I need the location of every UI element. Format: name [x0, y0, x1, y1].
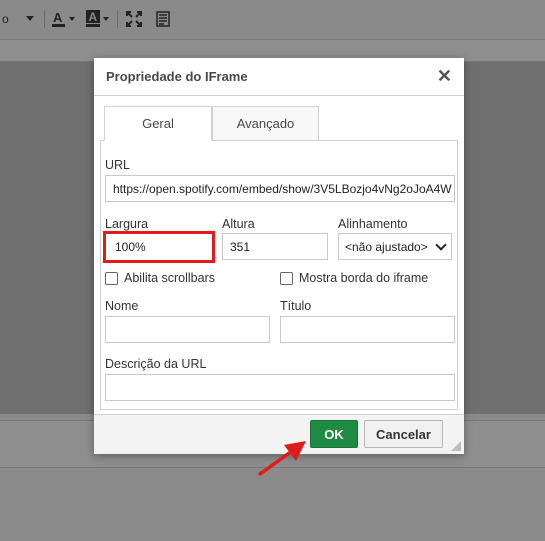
- title-input[interactable]: [280, 316, 455, 343]
- width-input[interactable]: 100%: [103, 231, 215, 263]
- scrollbars-checkbox[interactable]: [105, 271, 118, 285]
- long-description-input[interactable]: [105, 374, 455, 401]
- height-label: Altura: [222, 217, 255, 231]
- border-label: Mostra borda do iframe: [299, 271, 429, 285]
- close-icon[interactable]: ✕: [437, 67, 452, 85]
- toolbar-separator: [44, 10, 45, 28]
- url-input[interactable]: https://open.spotify.com/embed/show/3V5L…: [105, 175, 455, 202]
- height-input[interactable]: 351: [222, 233, 328, 260]
- scrollbars-label: Abilita scrollbars: [124, 271, 216, 285]
- url-label: URL: [105, 158, 131, 172]
- long-description-label: Descrição da URL: [105, 357, 207, 371]
- resize-handle-icon[interactable]: [451, 441, 461, 451]
- svg-text:A: A: [89, 10, 98, 24]
- iframe-properties-dialog: Propriedade do IFrame ✕ Geral Avançado U…: [94, 58, 464, 454]
- align-label: Alinhamento: [338, 217, 408, 231]
- name-input[interactable]: [105, 316, 270, 343]
- font-size-dropdown-icon[interactable]: [26, 10, 34, 28]
- maximize-icon[interactable]: [126, 10, 142, 28]
- name-label: Nome: [105, 299, 139, 313]
- tab-avancado[interactable]: Avançado: [212, 106, 319, 141]
- show-blocks-icon[interactable]: [155, 10, 171, 28]
- annotation-arrow-icon: [258, 441, 306, 476]
- border-checkbox[interactable]: [280, 271, 293, 285]
- width-label: Largura: [105, 217, 149, 231]
- scrollbars-option[interactable]: Abilita scrollbars: [105, 271, 215, 285]
- background-color-icon[interactable]: A: [86, 10, 110, 28]
- border-option[interactable]: Mostra borda do iframe: [280, 271, 428, 285]
- align-select[interactable]: <não ajustado>: [338, 233, 452, 260]
- ok-button[interactable]: OK: [310, 420, 358, 448]
- title-label: Título: [280, 299, 312, 313]
- svg-text:A: A: [53, 10, 63, 25]
- font-size-combo-partial[interactable]: o: [2, 10, 9, 28]
- tab-geral[interactable]: Geral: [104, 106, 212, 141]
- dialog-header: Propriedade do IFrame ✕: [94, 58, 464, 96]
- toolbar-separator: [117, 10, 118, 28]
- chevron-down-icon: [435, 238, 447, 251]
- dialog-title: Propriedade do IFrame: [106, 69, 248, 84]
- text-color-icon[interactable]: A: [52, 10, 76, 28]
- editor-toolbar: o A A: [0, 0, 545, 40]
- align-selected-value: <não ajustado>: [345, 239, 428, 254]
- cancel-button[interactable]: Cancelar: [364, 420, 443, 448]
